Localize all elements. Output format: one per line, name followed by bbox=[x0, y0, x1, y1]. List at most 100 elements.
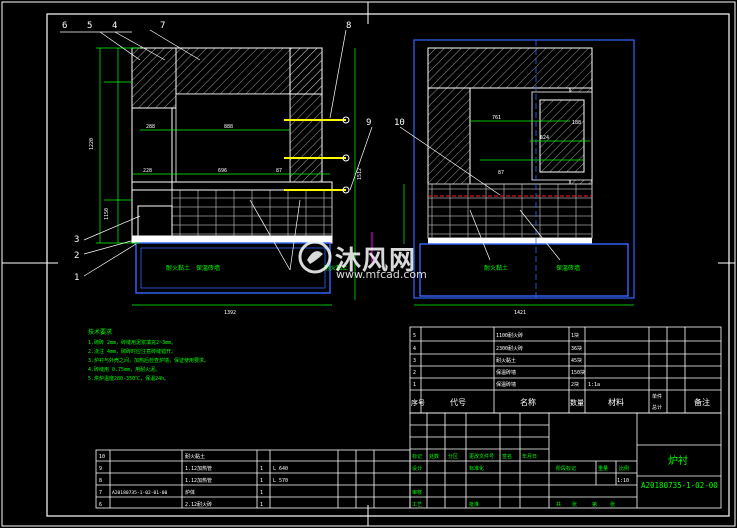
hdr-weight-2: 总计 bbox=[652, 404, 662, 411]
bom-upper-mat-2: 45块 bbox=[571, 357, 582, 364]
bom-lower-no-4: 6 bbox=[99, 502, 102, 508]
bom-lower-no-3: 7 bbox=[99, 490, 102, 496]
notes-line-4: 4.砖缝用 0.75mm，用耐火泥。 bbox=[88, 366, 160, 373]
hdr-name: 名称 bbox=[520, 397, 536, 407]
bom-lower-name-2: 1.12加热管 bbox=[185, 477, 212, 484]
bom-upper-mat-3: 150块 bbox=[571, 369, 585, 376]
label-left-2: 保温砖墙 bbox=[196, 264, 220, 272]
chamber-cavity bbox=[175, 93, 291, 183]
tb-cell-8: 阶段标记 bbox=[556, 465, 576, 472]
callout-5: 5 bbox=[87, 21, 92, 31]
bom-lower-qty-4: 1 bbox=[260, 502, 263, 508]
bom-upper-no-2: 3 bbox=[413, 358, 416, 364]
bom-upper-mat-4: 2块 bbox=[571, 381, 579, 388]
dim-floor-height: 1150 bbox=[104, 208, 110, 220]
hdr-qty: 数量 bbox=[570, 398, 584, 407]
watermark: 沐风网 www.mfcad.com bbox=[298, 238, 448, 284]
label-right-2: 保温砖墙 bbox=[556, 264, 580, 272]
callout-2: 2 bbox=[74, 251, 79, 261]
dim-height-left: 1220 bbox=[89, 138, 95, 150]
bom-upper-no-4: 1 bbox=[413, 382, 416, 388]
bom-lower-no-2: 8 bbox=[99, 478, 102, 484]
bom-upper-mat-0: 1块 bbox=[571, 332, 579, 339]
bom-lower-code-3: A20180735-1-02-01-00 bbox=[112, 490, 168, 496]
tb-cell-0: 标记 bbox=[412, 453, 422, 460]
bom-upper-no-0: 5 bbox=[413, 333, 416, 339]
dim-floor-step: 87 bbox=[276, 168, 282, 174]
callout-3: 3 bbox=[74, 235, 79, 245]
dim-right-chamber: 624 bbox=[540, 135, 549, 141]
dim-right-base: 1421 bbox=[514, 310, 526, 316]
callout-9: 9 bbox=[366, 118, 371, 128]
dim-chamber-width: 888 bbox=[224, 124, 233, 130]
dim-chamber-offset: 288 bbox=[146, 124, 155, 130]
hdr-weight-1: 单件 bbox=[652, 393, 662, 400]
bom-upper-name-0: 1100耐火砖 bbox=[496, 332, 523, 339]
bom-lower-no-1: 9 bbox=[99, 466, 102, 472]
dim-right-width: 761 bbox=[492, 115, 501, 121]
tb-scale: 1:10 bbox=[617, 478, 629, 484]
tb-cell-2: 分区 bbox=[448, 453, 458, 460]
tb-drawing-number: A20180735-1-02-00 bbox=[641, 481, 718, 490]
callout-7: 7 bbox=[160, 21, 165, 31]
tb-cell-4: 签名 bbox=[502, 453, 512, 460]
right-outer-lining bbox=[427, 47, 593, 89]
tb-cell-15: 张 bbox=[572, 501, 577, 508]
bom-lower-no-0: 10 bbox=[99, 454, 105, 460]
bom-upper-name-2: 耐火黏土 bbox=[496, 357, 516, 364]
tb-cell-17: 张 bbox=[610, 501, 615, 508]
hdr-no: 序号 bbox=[411, 398, 425, 407]
callout-10: 10 bbox=[394, 118, 405, 128]
bom-upper-no-1: 4 bbox=[413, 346, 416, 352]
dim-height-right: 1512 bbox=[357, 168, 363, 180]
notes-title: 技术要求 bbox=[88, 328, 112, 336]
bom-upper-no-3: 2 bbox=[413, 370, 416, 376]
notes-line-5: 5.烘炉温度280-350℃，保温24h。 bbox=[88, 375, 169, 382]
dim-right-depth: 188 bbox=[572, 120, 581, 126]
bom-upper-rows: 5 1100耐火砖 1块 4 2300耐火砖 36块 3 耐火黏土 45块 2 … bbox=[413, 332, 600, 388]
label-left-1: 耐火黏土 bbox=[166, 264, 190, 272]
dim-floor-offset: 228 bbox=[143, 168, 152, 174]
notes-line-3: 3.炉衬与外壳之间，加热后检查炉墙，保证使用要求。 bbox=[88, 357, 209, 364]
bom-lower-name-3: 炉体 bbox=[185, 489, 195, 496]
brick-floor bbox=[171, 189, 333, 237]
watermark-logo-icon bbox=[298, 240, 332, 274]
bom-upper-header: 序号 代号 名称 数量 材料 单件 总计 备注 bbox=[411, 393, 710, 411]
tb-drawing-name: 炉衬 bbox=[668, 454, 688, 467]
bom-lower-mat-1: L 640 bbox=[273, 466, 288, 472]
notes-line-2: 2.浇注 4mm，砌砖时应注意砖缝错开。 bbox=[88, 348, 176, 355]
tb-cell-11: 审核 bbox=[412, 489, 422, 496]
dim-floor-width: 696 bbox=[218, 168, 227, 174]
tb-cell-13: 批准 bbox=[469, 501, 479, 508]
left-wall-lining bbox=[131, 47, 177, 109]
bom-upper-qty-4: 1:1a bbox=[588, 382, 600, 388]
bom-lower-name-1: 1.12加热管 bbox=[185, 465, 212, 472]
hdr-code: 代号 bbox=[450, 397, 466, 407]
notes-line-1: 1.砌砖 2mm，砖缝用泥浆填充2~3mm。 bbox=[88, 339, 176, 346]
bom-lower-mat-2: L 570 bbox=[273, 478, 288, 484]
callout-6: 6 bbox=[62, 21, 67, 31]
tb-cell-12: 工艺 bbox=[412, 502, 422, 508]
bom-lower-qty-3: 1 bbox=[260, 490, 263, 496]
bom-lower-name-0: 耐火黏土 bbox=[185, 453, 205, 460]
bom-upper-name-1: 2300耐火砖 bbox=[496, 345, 523, 352]
bom-upper-mat-1: 36块 bbox=[571, 345, 582, 352]
tb-cell-14: 共 bbox=[556, 501, 561, 508]
bom-lower-name-4: 2.12耐火砖 bbox=[185, 501, 212, 508]
floor-top bbox=[131, 181, 333, 191]
bom-upper-name-4: 保温砖墙 bbox=[496, 381, 516, 388]
label-right-1: 耐火黏土 bbox=[484, 264, 508, 272]
bom-lower-qty-2: 1 bbox=[260, 478, 263, 484]
tb-cell-1: 处数 bbox=[429, 453, 439, 460]
tb-cell-5: 年月日 bbox=[522, 453, 537, 460]
tb-cell-16: 第 bbox=[592, 501, 597, 508]
callout-1: 1 bbox=[74, 273, 79, 283]
right-wall-lining bbox=[289, 47, 323, 183]
right-brick-floor bbox=[427, 183, 593, 239]
hdr-remark: 备注 bbox=[694, 397, 710, 407]
callout-4: 4 bbox=[112, 21, 117, 31]
bom-lower-table bbox=[95, 449, 411, 509]
tb-cell-6: 设计 bbox=[412, 465, 422, 472]
tb-cell-3: 更改文件号 bbox=[469, 453, 494, 460]
tb-cell-9: 重量 bbox=[598, 465, 608, 472]
